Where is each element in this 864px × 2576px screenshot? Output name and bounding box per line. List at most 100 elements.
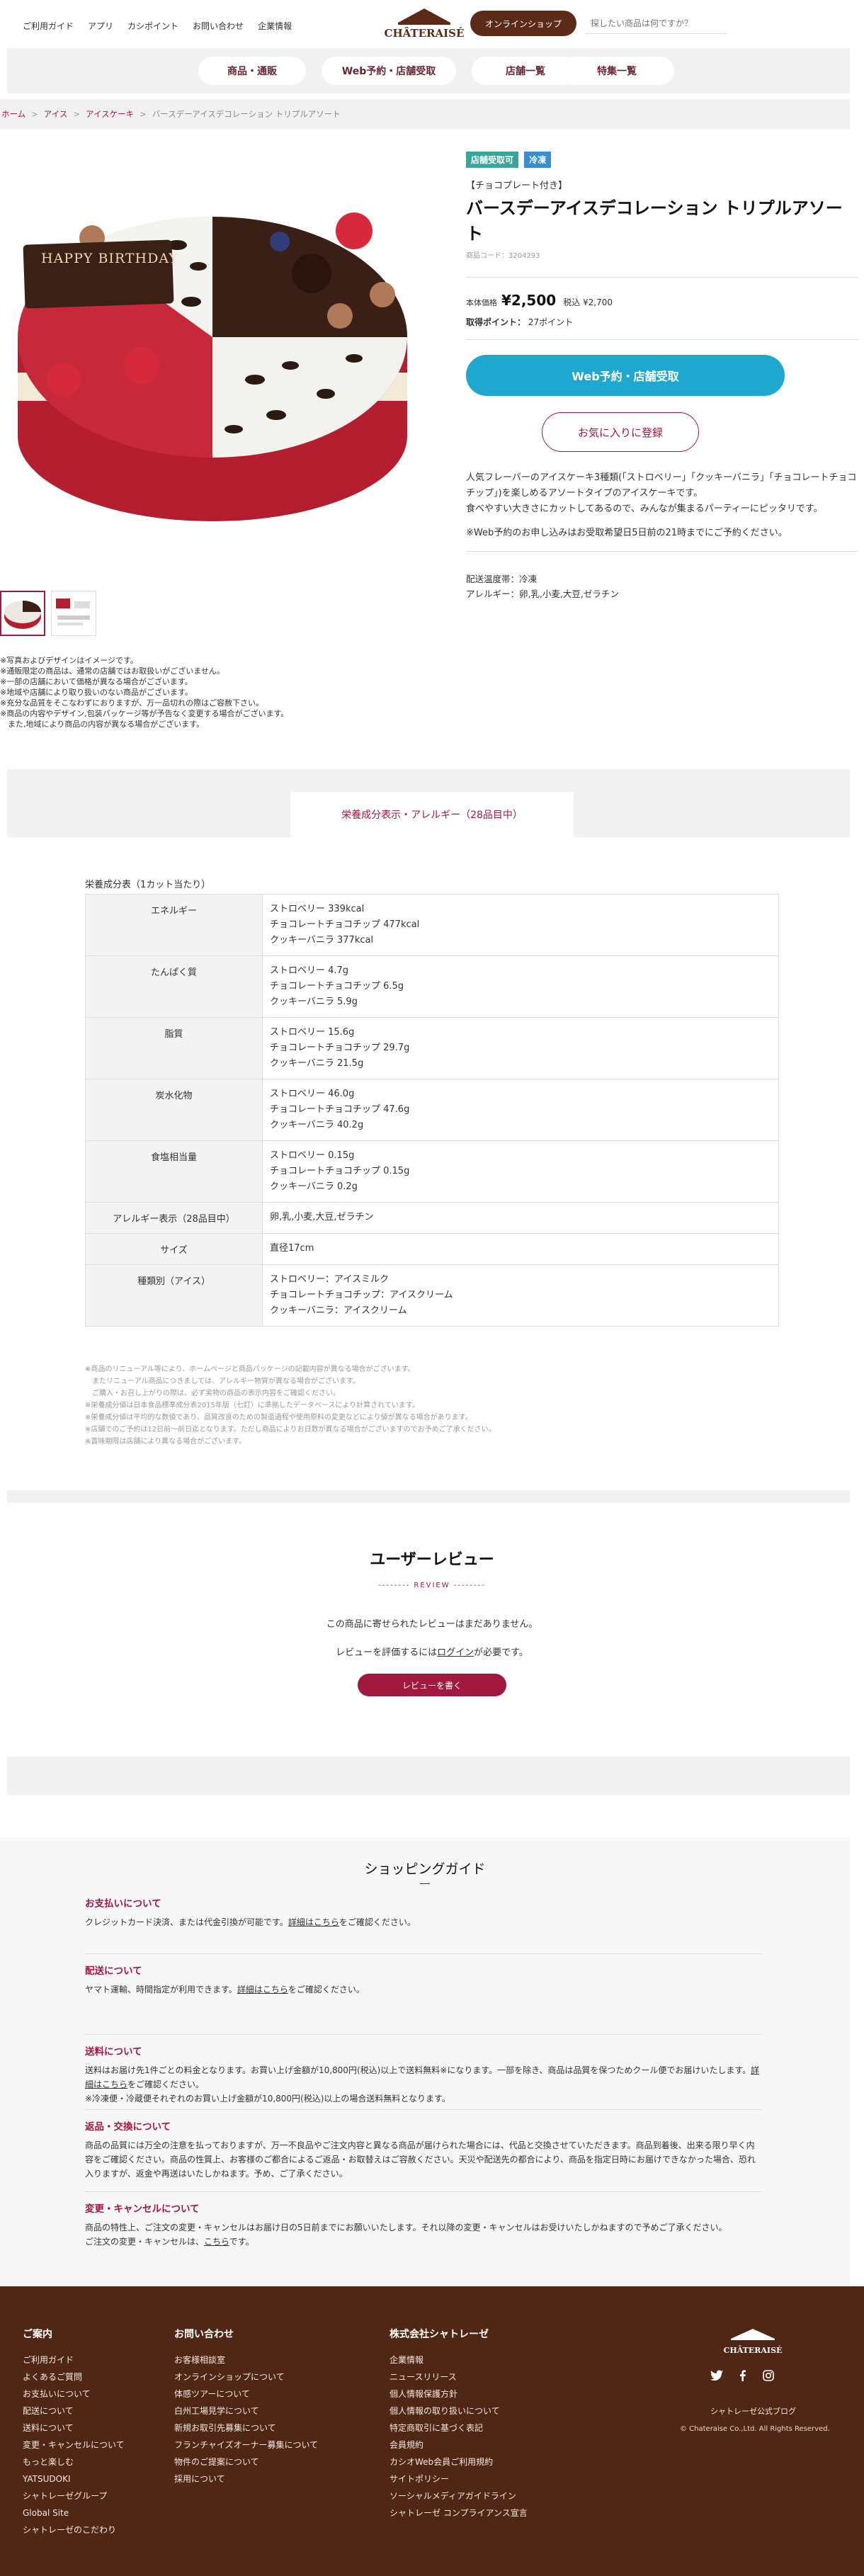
nutrition-value: ストロベリー 0.15g チョコレートチョコチップ 0.15g クッキーバニラ 0.… xyxy=(262,1140,779,1203)
footer-link[interactable]: 会員規約 xyxy=(390,2436,528,2453)
category-features-button[interactable]: 特集一覧 xyxy=(559,57,674,85)
nav-point-link[interactable]: カシポイント xyxy=(127,20,178,32)
twitter-icon[interactable] xyxy=(710,2370,723,2381)
tab-nutrition[interactable]: 栄養成分表示・アレルギー（28品目中） xyxy=(290,792,574,837)
nav-company-link[interactable]: 企業情報 xyxy=(258,20,292,32)
guide-detail-link[interactable]: 詳細はこちら xyxy=(237,1985,288,1995)
chateraise-logo[interactable]: CHÂTERAISÉ xyxy=(381,7,467,42)
footer-link[interactable]: お支払いについて xyxy=(23,2385,125,2402)
category-web-reserve-button[interactable]: Web予約・店舗受取 xyxy=(322,57,456,85)
footer-link[interactable]: サイトポリシー xyxy=(390,2470,528,2487)
footer-link[interactable]: 新規お取引先募集について xyxy=(174,2419,318,2436)
guide-heading: お支払いについて xyxy=(85,1898,161,1910)
breadcrumb-ice[interactable]: アイス xyxy=(44,108,68,120)
web-reserve-button[interactable]: Web予約・店舗受取 xyxy=(466,355,785,396)
guide-text: ※冷凍便・冷蔵便それぞれのお買い上げ金額が10,800円(税込)以上の場合送料無… xyxy=(85,2094,450,2104)
footer-link[interactable]: Global Site xyxy=(23,2504,125,2521)
nutrition-table: エネルギー ストロベリー 339kcal チョコレートチョコチップ 477kcal ク… xyxy=(85,894,779,1327)
thumbnail-cake[interactable] xyxy=(0,591,45,636)
footer-link[interactable]: ご利用ガイド xyxy=(23,2351,125,2368)
breadcrumb-separator: > xyxy=(140,109,147,119)
nutrition-key: 食塩相当量 xyxy=(85,1140,263,1203)
guide-text: ご注文の変更・キャンセルは、 xyxy=(85,2237,205,2247)
thumbnail-cut[interactable] xyxy=(51,591,96,636)
guide-cancel: 変更・キャンセルについて 商品の特性上、ご注文の変更・キャンセルはお届け日の5日… xyxy=(85,2191,762,2249)
write-review-button[interactable]: レビューを書く xyxy=(358,1674,506,1696)
nutrition-disclaimer: ※商品のリニューアル等により、ホームページと商品パッケージの記載内容が異なる場合… xyxy=(85,1363,496,1448)
breadcrumb: ホーム > アイス > アイスケーキ > バースデーアイスデコレーション トリプ… xyxy=(0,99,850,129)
footer-link[interactable]: カシオWeb会員ご利用規約 xyxy=(390,2453,528,2470)
footer-link[interactable]: 企業情報 xyxy=(390,2351,528,2368)
logo-wordmark: CHÂTERAISÉ xyxy=(384,27,465,40)
guide-detail-link[interactable]: 詳細はこちら xyxy=(288,1917,339,1927)
divider xyxy=(466,339,858,340)
nutrition-value: ストロベリー 339kcal チョコレートチョコチップ 477kcal クッキーバニ… xyxy=(262,894,779,956)
cake-plate-text: HAPPY BIRTHDAY xyxy=(41,251,178,266)
breadcrumb-separator: > xyxy=(73,109,81,119)
nutrition-value-line: チョコレートチョコチップ：アイスクリーム xyxy=(270,1290,453,1300)
category-products-button[interactable]: 商品・通販 xyxy=(198,57,306,85)
nutrition-value-line: クッキーバニラ：アイスクリーム xyxy=(270,1305,407,1316)
nutrition-value: 卵,乳,小麦,大豆,ゼラチン xyxy=(262,1202,779,1234)
nutrition-key: サイズ xyxy=(85,1233,263,1265)
footer-link[interactable]: シャトレーゼグループ xyxy=(23,2487,125,2504)
review-login-text: レビューを評価するにはログインが必要です。 xyxy=(0,1645,864,1658)
note-line: ※通販限定の商品は、通常の店舗ではお取扱いがございません。 xyxy=(0,666,224,676)
note-line: ※写真およびデザインはイメージです。 xyxy=(0,656,138,665)
nutrition-value-line: クッキーバニラ 5.9g xyxy=(270,997,358,1007)
footer-link[interactable]: よくあるご質問 xyxy=(23,2368,125,2385)
footer-logo[interactable]: CHÂTERAISÉ xyxy=(715,2327,790,2355)
nav-guide-link[interactable]: ご利用ガイド xyxy=(23,20,74,32)
footer-link[interactable]: 白州工場見学について xyxy=(174,2402,318,2419)
nutrition-row: たんぱく質 ストロベリー 4.7g チョコレートチョコチップ 6.5g クッキーバニラ… xyxy=(85,955,779,1018)
add-favorite-button[interactable]: お気に入りに登録 xyxy=(542,412,699,452)
nav-app-link[interactable]: アプリ xyxy=(88,20,113,32)
product-main-image[interactable]: HAPPY BIRTHDAY xyxy=(0,146,425,557)
footer-col-guide: ご案内 ご利用ガイド よくあるご質問 お支払いについて 配送について 送料について 変更・… xyxy=(23,2326,125,2538)
online-shop-button[interactable]: オンラインショップ xyxy=(470,11,576,36)
divider xyxy=(466,551,858,552)
nutrition-value-line: チョコレートチョコチップ 47.6g xyxy=(270,1104,410,1115)
footer-link[interactable]: 採用について xyxy=(174,2470,318,2487)
breadcrumb-ice-cake[interactable]: アイスケーキ xyxy=(86,108,134,120)
footer-link[interactable]: オンラインショップについて xyxy=(174,2368,318,2385)
footer-heading: お問い合わせ xyxy=(174,2329,234,2340)
breadcrumb-current: バースデーアイスデコレーション トリプルアソート xyxy=(152,109,341,119)
nutrition-row: エネルギー ストロベリー 339kcal チョコレートチョコチップ 477kcal ク… xyxy=(85,894,779,956)
guide-cancel-link[interactable]: こちら xyxy=(204,2237,229,2247)
login-text-post: が必要です。 xyxy=(474,1647,528,1658)
facebook-icon[interactable] xyxy=(737,2370,749,2381)
login-link[interactable]: ログイン xyxy=(437,1647,474,1658)
footer-link[interactable]: 特定商取引に基づく表記 xyxy=(390,2419,528,2436)
footer-link[interactable]: 送料について xyxy=(23,2419,125,2436)
note-line: ※一部の店舗において価格が異なる場合がございます。 xyxy=(0,677,193,686)
official-blog-link[interactable]: シャトレーゼ公式ブログ xyxy=(710,2405,796,2417)
footer-link[interactable]: 個人情報保護方針 xyxy=(390,2385,528,2402)
instagram-icon[interactable] xyxy=(763,2370,774,2381)
breadcrumb-home[interactable]: ホーム xyxy=(1,108,25,120)
reservation-note: ※Web予約のお申し込みはお受取希望日5日前の21時までにご予約ください。 xyxy=(466,528,788,538)
footer-link[interactable]: 配送について xyxy=(23,2402,125,2419)
nav-contact-link[interactable]: お問い合わせ xyxy=(193,20,244,32)
footer-link[interactable]: フランチャイズオーナー募集について xyxy=(174,2436,318,2453)
disclaimer-line: またリニューアル商品につきましては、アレルギー物質が異なる場合がございます。 xyxy=(85,1378,360,1385)
shopping-guide-title: ショッピングガイド xyxy=(0,1859,850,1884)
footer-link[interactable]: ソーシャルメディアガイドライン xyxy=(390,2487,528,2504)
footer-link[interactable]: 物件のご提案について xyxy=(174,2453,318,2470)
footer-link[interactable]: 個人情報の取り扱いについて xyxy=(390,2402,528,2419)
footer-link[interactable]: ニュースリリース xyxy=(390,2368,528,2385)
footer-link[interactable]: もっと楽しむ xyxy=(23,2453,125,2470)
footer-link[interactable]: 変更・キャンセルについて xyxy=(23,2436,125,2453)
social-links xyxy=(710,2370,774,2381)
footer-link[interactable]: お客様相談室 xyxy=(174,2351,318,2368)
nutrition-value-line: チョコレートチョコチップ 6.5g xyxy=(270,981,404,992)
nutrition-value: ストロベリー：アイスミルク チョコレートチョコチップ：アイスクリーム クッキーバニラ… xyxy=(262,1264,779,1327)
footer-link[interactable]: 体感ツアーについて xyxy=(174,2385,318,2402)
nutrition-value-line: ストロベリー 4.7g xyxy=(270,965,349,976)
footer-link[interactable]: シャトレーゼ コンプライアンス宣言 xyxy=(390,2504,528,2521)
footer-link[interactable]: シャトレーゼのこだわり xyxy=(23,2521,125,2538)
footer-link[interactable]: YATSUDOKI xyxy=(23,2470,125,2487)
search-input[interactable] xyxy=(585,13,727,34)
title-underline xyxy=(420,1883,430,1884)
guide-text: クレジットカード決済、または代金引換が可能です。 xyxy=(85,1917,288,1927)
